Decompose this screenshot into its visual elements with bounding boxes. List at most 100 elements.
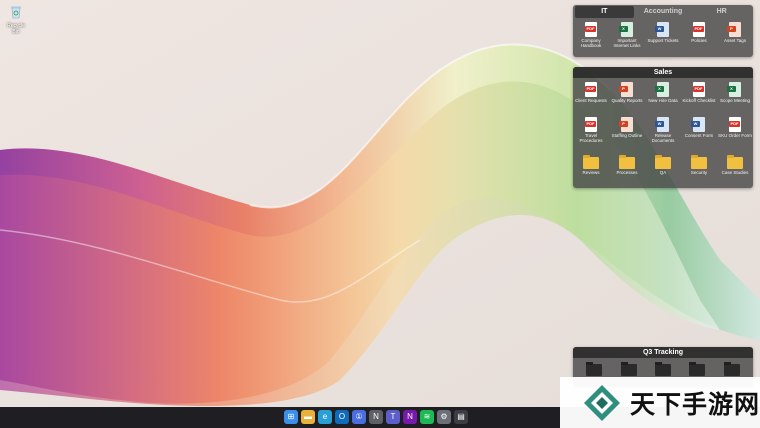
teams-icon-glyph: T [390, 412, 396, 421]
file-item[interactable]: P Staffing Outline [609, 115, 645, 149]
pdf-icon: PDF [693, 22, 705, 37]
folder-item[interactable]: Security [681, 153, 717, 177]
file-type-badge: PDF [693, 26, 704, 32]
file-explorer-icon-glyph: ▬ [304, 412, 312, 421]
pdf-icon: PDF [693, 82, 705, 97]
fence-sales: Sales PDF Client Requests P Quality Reports… [573, 67, 753, 188]
outlook-icon[interactable]: O [335, 410, 349, 424]
file-item[interactable]: PDF Kickoff Checklist [681, 80, 717, 114]
powerpoint-icon: P [727, 22, 741, 37]
pdf-icon: PDF [585, 22, 597, 37]
file-label: Important Internet Links [613, 38, 641, 48]
file-label: Release Documents [651, 133, 675, 143]
file-label: Company Handbook [580, 38, 602, 48]
file-item[interactable]: PDF Company Handbook [573, 20, 609, 54]
watermark-logo-icon [584, 384, 620, 421]
fence-q3-title[interactable]: Q3 Tracking [573, 347, 753, 358]
fences-icon[interactable]: ▤ [454, 410, 468, 424]
pdf-icon: PDF [729, 117, 741, 132]
file-type-badge: W [655, 121, 664, 127]
file-type-badge: W [655, 26, 664, 32]
recycle-bin-label: Recycle Bin [7, 23, 25, 35]
notion-icon[interactable]: N [369, 410, 383, 424]
folder-icon[interactable] [586, 362, 603, 376]
file-label: Kickoff Checklist [682, 98, 716, 103]
file-item[interactable]: PDF Client Requests [573, 80, 609, 114]
folder-icon [619, 155, 635, 169]
file-label: Consent Form [684, 133, 714, 138]
word-icon: W [655, 117, 669, 132]
file-label: Policies [691, 38, 707, 43]
file-item[interactable]: X New Hire Data [645, 80, 681, 114]
watermark-text: 天下手游网 [630, 390, 760, 419]
folder-icon[interactable] [723, 362, 740, 376]
onepassword-icon[interactable]: ① [352, 410, 366, 424]
folder-label: Security [690, 170, 708, 175]
file-type-badge: P [619, 86, 628, 92]
fence-it: IT Accounting HR PDF Company Handbook X Imp… [573, 5, 753, 57]
folder-icon[interactable] [689, 362, 706, 376]
folder-item[interactable]: Reviews [573, 153, 609, 177]
folder-icon[interactable] [620, 362, 637, 376]
file-type-badge: PDF [729, 121, 740, 127]
fence-sales-title[interactable]: Sales [573, 67, 753, 78]
file-label: Scope Meeting [719, 98, 751, 103]
file-type-badge: P [619, 121, 628, 127]
file-item[interactable]: P Quality Reports [609, 80, 645, 114]
excel-icon: X [619, 22, 633, 37]
file-label: New Hire Data [648, 98, 678, 103]
file-item[interactable]: PDF Travel Procedures [573, 115, 609, 149]
pdf-icon: PDF [585, 117, 597, 132]
file-item[interactable]: PDF Policies [681, 20, 717, 54]
file-type-badge: P [727, 26, 736, 32]
file-label: Staffing Outline [611, 133, 643, 138]
powerpoint-icon: P [619, 117, 633, 132]
fence-sales-grid: PDF Client Requests P Quality Reports X New H… [573, 78, 753, 151]
folder-item[interactable]: Case Studies [717, 153, 753, 177]
tab-it[interactable]: IT [575, 6, 634, 18]
tab-hr[interactable]: HR [692, 6, 751, 18]
recycle-bin-shortcut[interactable]: Recycle Bin [3, 3, 29, 35]
fence-sales-folders: Reviews Processes QA Security Case Studies [573, 151, 753, 179]
tab-accounting[interactable]: Accounting [634, 6, 693, 18]
taskbar-pinned-apps: ⊞ ▬ e O ① N T N ≋ ⚙ ▤ [284, 410, 468, 424]
file-type-badge: PDF [585, 121, 596, 127]
file-explorer-icon[interactable]: ▬ [301, 410, 315, 424]
folder-icon [727, 155, 743, 169]
start-icon[interactable]: ⊞ [284, 410, 298, 424]
file-type-badge: W [691, 121, 700, 127]
folder-label: Reviews [582, 170, 600, 175]
folder-icon [583, 155, 599, 169]
file-label: Asset Tags [724, 38, 746, 43]
file-item[interactable]: X Scope Meeting [717, 80, 753, 114]
spotify-icon-glyph: ≋ [423, 412, 431, 421]
settings-icon[interactable]: ⚙ [437, 410, 451, 424]
file-item[interactable]: W Release Documents [645, 115, 681, 149]
settings-icon-glyph: ⚙ [440, 412, 448, 421]
folder-icon[interactable] [654, 362, 671, 376]
fence-tabs: IT Accounting HR [573, 5, 753, 18]
excel-icon: X [727, 82, 741, 97]
pdf-icon: PDF [585, 82, 597, 97]
start-icon-glyph: ⊞ [287, 412, 295, 421]
file-type-badge: PDF [585, 26, 596, 32]
file-item[interactable]: P Asset Tags [717, 20, 753, 54]
file-item[interactable]: W Support Tickets [645, 20, 681, 54]
edge-icon[interactable]: e [318, 410, 332, 424]
onepassword-icon-glyph: ① [355, 412, 363, 421]
watermark: 天下手游网 [560, 377, 760, 428]
notion-icon-glyph: N [373, 412, 379, 421]
file-item[interactable]: W Consent Form [681, 115, 717, 149]
onenote-icon[interactable]: N [403, 410, 417, 424]
teams-icon[interactable]: T [386, 410, 400, 424]
file-item[interactable]: X Important Internet Links [609, 20, 645, 54]
recycle-bin-icon [11, 6, 21, 19]
spotify-icon[interactable]: ≋ [420, 410, 434, 424]
folder-label: QA [659, 170, 667, 175]
folder-item[interactable]: Processes [609, 153, 645, 177]
folder-item[interactable]: QA [645, 153, 681, 177]
fences-icon-glyph: ▤ [457, 412, 465, 421]
file-item[interactable]: PDF SKU Order Form [717, 115, 753, 149]
fence-it-grid: PDF Company Handbook X Important Internet L… [573, 18, 753, 56]
fence-q3-items [573, 358, 753, 376]
